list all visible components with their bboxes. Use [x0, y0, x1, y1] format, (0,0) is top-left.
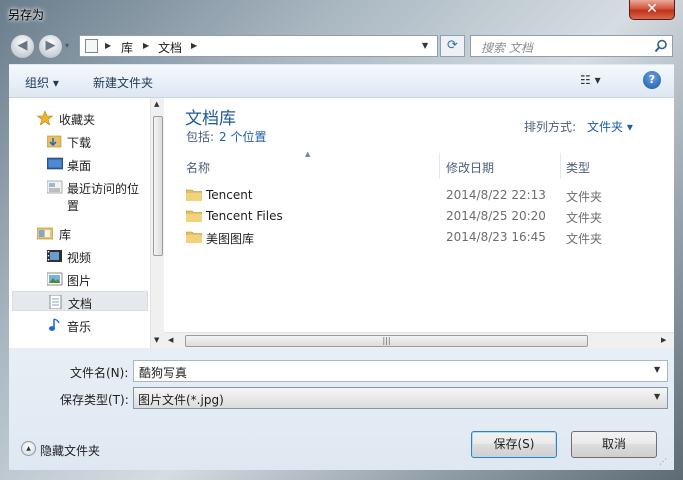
file-name: 美图图库: [206, 232, 255, 246]
sidebar-item-label: 下载: [67, 136, 92, 150]
arrange-by-label: 排列方式:: [524, 120, 577, 134]
command-toolbar: 组织 ▾ 新建文件夹 ☷ ▾ ?: [9, 64, 674, 97]
scrollbar-thumb[interactable]: |||: [185, 335, 588, 347]
filename-label: 文件名(N):: [70, 366, 129, 380]
file-type: 文件夹: [566, 190, 603, 204]
breadcrumb-libraries[interactable]: 库: [121, 39, 133, 56]
sidebar-scrollbar[interactable]: ▲ ▼: [150, 98, 164, 349]
filetype-select[interactable]: 图片文件(*.jpg) ▼: [133, 387, 668, 409]
sidebar-item-label: 文档: [68, 297, 93, 311]
file-date: 2014/8/23 16:45: [446, 230, 546, 244]
collapse-up-icon[interactable]: ▲: [21, 441, 36, 456]
save-button[interactable]: 保存(S): [471, 431, 557, 458]
sidebar-item-videos[interactable]: 视频: [9, 246, 149, 266]
refresh-button[interactable]: ⟳: [440, 35, 465, 57]
breadcrumb-arrow-icon[interactable]: ▶: [191, 39, 197, 53]
file-row[interactable]: 美图图库 2014/8/23 16:45 文件夹: [174, 227, 669, 248]
sidebar-libraries-header[interactable]: 库: [9, 223, 149, 243]
scroll-up-icon[interactable]: ▲: [154, 100, 159, 108]
column-header-name[interactable]: 名称: [174, 156, 439, 178]
sidebar-item-music[interactable]: 音乐: [9, 315, 149, 335]
filetype-label: 保存类型(T):: [60, 393, 129, 407]
breadcrumb-arrow-icon[interactable]: ▶: [143, 39, 149, 53]
cancel-button[interactable]: 取消: [571, 431, 657, 458]
file-date: 2014/8/22 22:13: [446, 188, 546, 202]
scroll-right-icon[interactable]: ▶: [661, 336, 666, 344]
library-locations-link[interactable]: 2 个位置: [219, 128, 266, 145]
desktop-icon: [46, 157, 64, 171]
sidebar-item-label: 收藏夹: [59, 113, 96, 127]
breadcrumb-arrow-icon[interactable]: ▶: [105, 39, 111, 53]
sidebar-item-desktop[interactable]: 桌面: [9, 154, 149, 174]
folder-icon: [185, 230, 203, 244]
main-pane: 收藏夹 下载 桌面 最近访问的位置 库 视频 图片 文档 音乐 ▲ ▼ 文档库 …: [9, 97, 674, 349]
chevron-down-icon[interactable]: ▼: [654, 392, 660, 401]
resize-grip-icon[interactable]: ⋰: [659, 457, 667, 466]
folder-icon: [185, 209, 203, 223]
file-row[interactable]: Tencent 2014/8/22 22:13 文件夹: [174, 185, 669, 206]
search-input[interactable]: 搜索 文档: [481, 39, 533, 56]
music-icon: [47, 318, 63, 332]
library-include-label: 包括:: [186, 130, 215, 144]
sidebar-item-label: 视频: [67, 251, 92, 265]
sidebar-item-downloads[interactable]: 下载: [9, 131, 149, 151]
forward-button[interactable]: ▶: [38, 34, 63, 59]
file-list-scrollbar[interactable]: ◀ ||| ▶: [164, 332, 674, 349]
scroll-left-icon[interactable]: ◀: [168, 336, 173, 344]
document-icon: [48, 294, 64, 310]
file-type: 文件夹: [566, 232, 603, 246]
library-icon: [85, 39, 98, 53]
downloads-folder-icon: [46, 134, 63, 148]
star-icon: [36, 110, 54, 126]
back-button[interactable]: ◀: [10, 34, 35, 59]
recent-places-icon: [46, 180, 63, 194]
save-form: 文件名(N): 酷狗写真 ▼ 保存类型(T): 图片文件(*.jpg) ▼ ▲ …: [9, 348, 674, 470]
sidebar-item-pictures[interactable]: 图片: [9, 269, 149, 289]
sidebar-item-recent-places[interactable]: 最近访问的位置: [9, 177, 149, 213]
filetype-value: 图片文件(*.jpg): [138, 393, 224, 407]
file-name: Tencent Files: [206, 209, 283, 223]
column-label: 修改日期: [446, 161, 495, 175]
close-button[interactable]: ✕: [629, 0, 675, 20]
file-name: Tencent: [206, 188, 253, 202]
address-dropdown-icon[interactable]: ▼: [422, 39, 428, 53]
column-label: 名称: [186, 161, 211, 175]
scrollbar-thumb[interactable]: [153, 116, 163, 256]
new-folder-button[interactable]: 新建文件夹: [93, 74, 153, 91]
organize-button[interactable]: 组织 ▾: [25, 74, 59, 91]
window-title: 另存为: [8, 8, 45, 22]
recent-pages-dropdown[interactable]: ▾: [65, 41, 69, 50]
library-title: 文档库: [185, 109, 236, 129]
folder-icon: [185, 188, 203, 202]
search-icon[interactable]: [654, 39, 670, 53]
sidebar-item-label: 最近访问的位置: [67, 182, 140, 213]
file-date: 2014/8/25 20:20: [446, 209, 546, 223]
column-header-type[interactable]: 类型: [561, 156, 661, 178]
file-type: 文件夹: [566, 211, 603, 225]
scroll-down-icon[interactable]: ▼: [154, 336, 159, 344]
column-label: 类型: [566, 161, 591, 175]
sidebar-item-documents[interactable]: 文档: [12, 291, 148, 311]
search-box[interactable]: 搜索 文档: [470, 35, 673, 57]
libraries-icon: [36, 226, 54, 240]
filename-field[interactable]: 酷狗写真 ▼: [133, 360, 668, 382]
title-bar: 另存为 ✕: [0, 0, 683, 30]
sidebar-item-label: 图片: [67, 274, 92, 288]
sidebar-item-label: 桌面: [67, 159, 92, 173]
breadcrumb-documents[interactable]: 文档: [158, 39, 182, 56]
picture-icon: [46, 272, 63, 286]
sidebar-favorites-header[interactable]: 收藏夹: [9, 108, 149, 128]
file-row[interactable]: Tencent Files 2014/8/25 20:20 文件夹: [174, 206, 669, 227]
hide-folders-toggle[interactable]: 隐藏文件夹: [40, 442, 100, 459]
sidebar-item-label: 库: [59, 228, 72, 242]
filename-input[interactable]: 酷狗写真: [139, 364, 187, 381]
arrange-by-dropdown[interactable]: 文件夹 ▾: [587, 118, 633, 135]
view-options-button[interactable]: ☷ ▾: [580, 73, 601, 87]
sidebar-item-label: 音乐: [67, 320, 92, 334]
help-icon[interactable]: ?: [643, 71, 661, 89]
video-icon: [47, 249, 63, 263]
chevron-down-icon[interactable]: ▼: [654, 365, 660, 374]
address-bar[interactable]: ▶ 库 ▶ 文档 ▶ ▼: [79, 35, 438, 57]
column-header-date[interactable]: 修改日期: [440, 156, 560, 178]
